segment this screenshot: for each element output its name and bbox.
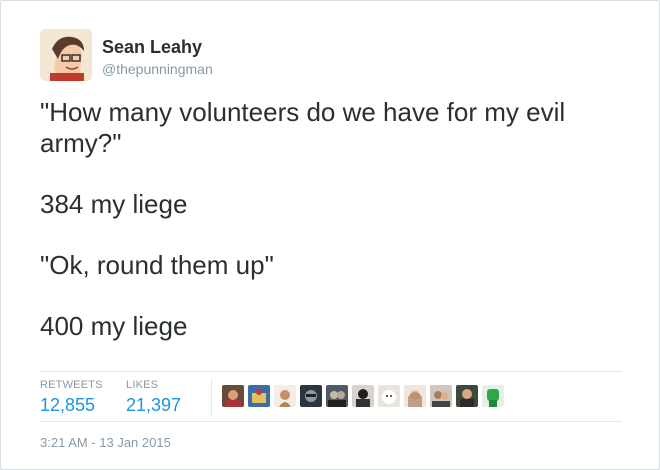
liker-avatar[interactable]	[352, 385, 374, 407]
liker-avatar[interactable]	[222, 385, 244, 407]
user-handle[interactable]: @thepunningman	[102, 61, 213, 77]
likers-avatars	[222, 385, 504, 411]
likes-label: LIKES	[126, 379, 159, 391]
liker-avatar[interactable]	[378, 385, 400, 407]
tweet-timestamp[interactable]: 3:21 AM - 13 Jan 2015	[40, 435, 171, 450]
stat-separator	[211, 379, 212, 415]
tweet-paragraph: 384 my liege	[40, 189, 188, 219]
liker-avatar[interactable]	[404, 385, 426, 407]
liker-avatar[interactable]	[482, 385, 504, 407]
user-name[interactable]: Sean Leahy	[102, 37, 202, 58]
tweet-paragraph: "How many volunteers do we have for my e…	[40, 97, 566, 158]
tweet-paragraph: "Ok, round them up"	[40, 250, 274, 280]
avatar[interactable]	[40, 29, 92, 81]
retweets-label: RETWEETS	[40, 379, 103, 391]
liker-avatar[interactable]	[248, 385, 270, 407]
liker-avatar[interactable]	[456, 385, 478, 407]
retweets-stat[interactable]: RETWEETS 12,855	[40, 379, 103, 416]
likes-stat[interactable]: LIKES 21,397	[126, 379, 181, 416]
likes-count[interactable]: 21,397	[126, 395, 181, 416]
divider	[40, 371, 622, 372]
tweet-card: Sean Leahy @thepunningman "How many volu…	[0, 0, 660, 470]
liker-avatar[interactable]	[274, 385, 296, 407]
liker-avatar[interactable]	[326, 385, 348, 407]
liker-avatar[interactable]	[430, 385, 452, 407]
tweet-text: "How many volunteers do we have for my e…	[40, 97, 630, 342]
retweets-count[interactable]: 12,855	[40, 395, 103, 416]
tweet-paragraph: 400 my liege	[40, 311, 188, 341]
liker-avatar[interactable]	[300, 385, 322, 407]
divider	[40, 421, 622, 422]
